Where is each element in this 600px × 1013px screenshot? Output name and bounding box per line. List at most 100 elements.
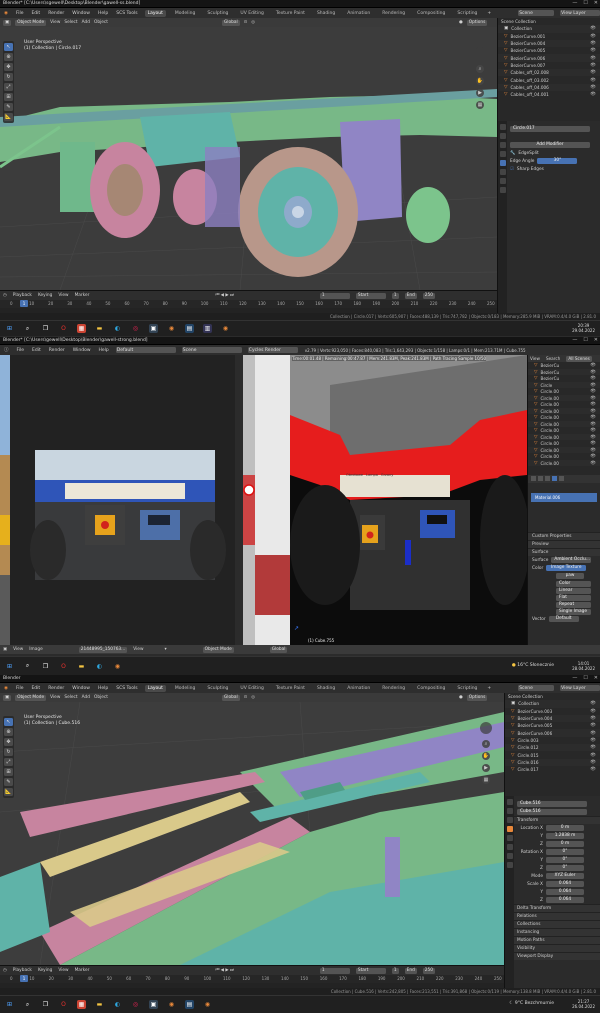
rotate-icon[interactable]: ↻ [4, 73, 13, 81]
task-view-icon[interactable]: ❐ [41, 324, 50, 333]
outliner-item[interactable]: ▽ BezierCurve.004 👁 [498, 39, 600, 48]
search-icon[interactable]: ⌕ [23, 1000, 32, 1009]
visibility-eye-icon[interactable]: 👁 [590, 402, 596, 407]
menu-playback[interactable]: Playback [13, 293, 32, 298]
section-transform[interactable]: Transform [505, 816, 600, 824]
blender-logo-icon[interactable]: ◉ [3, 685, 9, 692]
section-delta-transform[interactable]: Delta Transform [505, 904, 600, 912]
annotate-icon[interactable]: ✎ [4, 103, 13, 111]
maximize-icon[interactable]: ☐ [583, 0, 587, 6]
menu-marker[interactable]: Marker [75, 293, 90, 298]
screen-layout-selector[interactable]: Default [115, 347, 176, 353]
app3-icon[interactable]: ▣ [149, 1000, 158, 1009]
image-editor[interactable] [10, 355, 235, 645]
scale-x-field[interactable]: 0.064 [546, 881, 584, 887]
texture-option-field[interactable]: Repeat [556, 601, 591, 608]
visibility-eye-icon[interactable]: 👁 [590, 428, 596, 433]
blender-taskbar-icon-2[interactable]: ◉ [203, 1000, 212, 1009]
windows-start-icon[interactable]: ⊞ [5, 1000, 14, 1009]
visibility-eye-icon[interactable]: 👁 [590, 370, 596, 375]
section-preview[interactable]: Preview [528, 540, 600, 548]
tab-texture-paint[interactable]: Texture Paint [273, 10, 308, 17]
shading-solid-icon[interactable]: ● [459, 20, 463, 25]
rotation-y-field[interactable]: 0° [546, 857, 584, 863]
move-icon[interactable]: ✥ [4, 738, 13, 746]
end-frame-field[interactable]: 250 [422, 967, 435, 974]
app2-icon[interactable]: ◎ [131, 1000, 140, 1009]
tab-compositing[interactable]: Compositing [414, 10, 448, 17]
outliner-item[interactable]: ▽ BezierCurve.005 👁 [498, 47, 600, 54]
location-z-field[interactable]: 0 m [546, 841, 584, 847]
visibility-eye-icon[interactable]: 👁 [590, 461, 596, 466]
add-modifier-button[interactable]: Add Modifier [510, 142, 590, 148]
app4-icon[interactable]: ▤ [185, 1000, 194, 1009]
navigation-gizmo[interactable] [480, 722, 492, 734]
menu-view[interactable]: View [58, 968, 68, 973]
blender-taskbar-icon-2[interactable]: ◉ [221, 324, 230, 333]
outliner-item[interactable]: ▽ Circle.00 👁 [528, 459, 600, 467]
minimize-icon[interactable]: — [572, 675, 577, 681]
outliner-item[interactable]: ▽ Circle.012 👁 [505, 744, 600, 752]
file-explorer-icon[interactable]: ▬ [77, 662, 86, 671]
close-icon[interactable]: ✕ [594, 337, 598, 343]
menu-add[interactable]: Add [82, 695, 90, 700]
outliner-item[interactable]: ▽ Cables_off_03.002 👁 [498, 76, 600, 83]
outliner-item[interactable]: ▽ Cables_off_04.001 👁 [498, 91, 600, 98]
outliner-item[interactable]: ▽ BezierCurve.006 👁 [498, 54, 600, 62]
zoom-icon[interactable]: ⌕ [482, 740, 490, 748]
visibility-eye-icon[interactable]: 👁 [590, 376, 596, 381]
vector-default-field[interactable]: Default [548, 616, 579, 622]
current-frame-field[interactable]: 1 [319, 292, 350, 299]
playback-controls[interactable]: ⏮ ◀ ▶ ⏭ [215, 293, 233, 298]
tab-layout[interactable]: Layout [144, 9, 166, 17]
outliner-item[interactable]: ▽ BezierCurve.007 👁 [498, 62, 600, 69]
menu-render[interactable]: Render [48, 347, 66, 354]
outliner-item[interactable]: ▽ Circle.017 👁 [505, 766, 600, 773]
playback-controls[interactable]: ⏮ ◀ ▶ ⏭ [215, 968, 233, 973]
options-button[interactable]: Options [466, 19, 488, 26]
tab-rendering[interactable]: Rendering [379, 685, 408, 692]
file-explorer-icon[interactable]: ▬ [95, 1000, 104, 1009]
app2-icon[interactable]: ◎ [131, 324, 140, 333]
start-frame-field[interactable]: 1 [391, 292, 399, 299]
menu-object[interactable]: Object [94, 695, 108, 700]
task-view-icon[interactable]: ❐ [41, 1000, 50, 1009]
menu-scs-tools[interactable]: SCS Tools [115, 10, 138, 17]
tab-modeling[interactable]: Modeling [172, 10, 198, 17]
app-icon[interactable]: ▦ [77, 1000, 86, 1009]
orientation-selector[interactable]: Global [269, 646, 288, 653]
menu-playback[interactable]: Playback [13, 968, 32, 973]
end-frame-field[interactable]: 250 [422, 292, 435, 299]
menu-help[interactable]: Help [98, 347, 110, 354]
transform-icon[interactable]: ⊞ [4, 768, 13, 776]
edge-icon[interactable]: ◐ [113, 324, 122, 333]
tab-texture-paint[interactable]: Texture Paint [273, 685, 308, 692]
scale-z-field[interactable]: 0.064 [546, 897, 584, 903]
outliner-item[interactable]: ▽ BezierCurve.005 👁 [505, 722, 600, 729]
color-input-field[interactable]: Image Texture [546, 565, 587, 571]
menu-edit[interactable]: Edit [30, 685, 41, 692]
camera-icon[interactable]: ▶ [482, 764, 490, 772]
material-slot[interactable]: Material.006 [531, 493, 597, 502]
menu-view[interactable]: View [530, 356, 540, 361]
grid-icon[interactable]: ▦ [476, 101, 484, 109]
minimize-icon[interactable]: — [572, 337, 577, 343]
menu-marker[interactable]: Marker [75, 968, 90, 973]
visibility-eye-icon[interactable]: 👁 [590, 422, 596, 427]
timeline-ruler[interactable]: 0 10 20 30 40 50 60 70 80 90 100 110 120 130 140 150 160… [0, 300, 497, 308]
edge-angle-field[interactable]: 30° [537, 158, 578, 164]
menu-help[interactable]: Help [97, 685, 109, 692]
render-engine-selector[interactable]: Cycles Render [247, 347, 298, 353]
blender-taskbar-icon[interactable]: ◉ [167, 1000, 176, 1009]
system-clock[interactable]: 14:01 28.04.2022 [572, 661, 595, 671]
tab-uv-editing[interactable]: UV Editing [237, 685, 266, 692]
select-box-icon[interactable]: ↖ [4, 718, 13, 726]
maximize-icon[interactable]: ☐ [583, 675, 587, 681]
file-explorer-icon[interactable]: ▬ [95, 324, 104, 333]
editor-type-button[interactable]: ▣ [3, 694, 12, 701]
timeline-ruler[interactable]: 0 10 20 30 40 50 60 70 80 90 100 110 120 130 140 150 160… [0, 975, 504, 983]
view-layer-selector[interactable]: View Layer [560, 10, 600, 16]
add-workspace-icon[interactable]: + [486, 10, 492, 17]
visibility-eye-icon[interactable]: 👁 [590, 396, 596, 401]
outliner-item[interactable]: ▽ Cables_off_02.008 👁 [498, 69, 600, 77]
